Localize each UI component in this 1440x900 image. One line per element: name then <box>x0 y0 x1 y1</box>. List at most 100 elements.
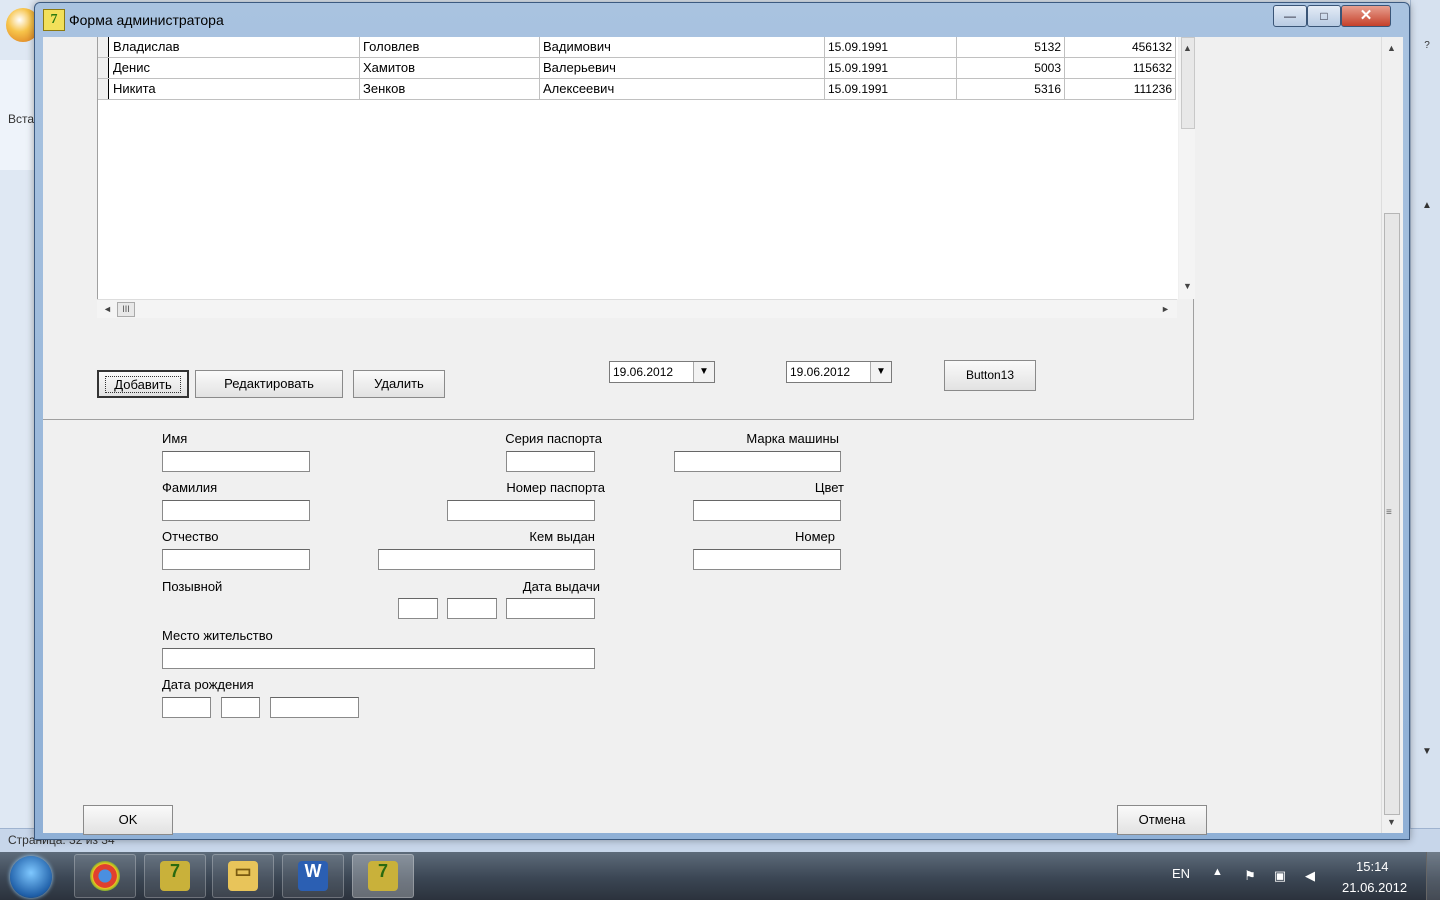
start-button[interactable] <box>10 856 52 898</box>
table-row[interactable]: Никита Зенков Алексеевич 15.09.1991 5316 1112… <box>98 79 1176 100</box>
table-cell-last[interactable]: Зенков <box>360 79 540 99</box>
clock-time[interactable]: 15:14 <box>1356 859 1389 874</box>
form-vertical-scrollbar[interactable]: ▲ ≡ ▼ <box>1381 37 1400 833</box>
taskbar-item-delphi-active[interactable]: 7 <box>352 854 414 898</box>
dropdown-arrow-icon[interactable]: ▼ <box>870 362 891 382</box>
passport-series-input[interactable] <box>506 451 595 472</box>
table-cell-n1[interactable]: 5003 <box>957 58 1065 78</box>
action-center-flag-icon[interactable]: ⚑ <box>1242 868 1258 884</box>
date-picker-to[interactable]: 19.06.2012 ▼ <box>786 361 892 383</box>
grid-hscroll-thumb[interactable]: III <box>117 302 135 317</box>
table-cell-n2[interactable]: 456132 <box>1065 37 1176 57</box>
button13[interactable]: Button13 <box>944 360 1036 391</box>
grid-vertical-scrollbar[interactable]: ▲ ▼ <box>1179 37 1195 299</box>
car-brand-label: Марка машины <box>746 431 839 446</box>
taskbar-item-delphi[interactable]: 7 <box>144 854 206 898</box>
residence-input[interactable] <box>162 648 595 669</box>
word-right-scrollbar: ? ▲ ▼ + <box>1410 0 1440 852</box>
table-cell-last[interactable]: Хамитов <box>360 58 540 78</box>
patronymic-input[interactable] <box>162 549 310 570</box>
table-cell-first[interactable]: Никита <box>110 79 360 99</box>
minimize-button[interactable]: — <box>1273 5 1307 27</box>
show-desktop-button[interactable] <box>1426 852 1440 900</box>
table-cell-n1[interactable]: 5132 <box>957 37 1065 57</box>
patronymic-label: Отчество <box>162 529 219 544</box>
taskbar-item-chrome[interactable] <box>74 854 136 898</box>
language-indicator[interactable]: EN <box>1172 866 1190 881</box>
name-label: Имя <box>162 431 188 446</box>
volume-icon[interactable]: ◀ <box>1302 868 1318 884</box>
table-cell-first[interactable]: Денис <box>110 58 360 78</box>
app-icon: 7 <box>43 9 65 31</box>
chrome-icon <box>90 861 120 891</box>
admin-form-window: 7 Форма администратора — □ ✕ Владислав Го… <box>34 2 1410 840</box>
delphi-icon: 7 <box>368 861 398 891</box>
dropdown-arrow-icon[interactable]: ▼ <box>693 362 714 382</box>
form-scroll-up-icon[interactable]: ▲ <box>1387 43 1396 53</box>
issue-year-input[interactable] <box>506 598 595 619</box>
grid-panel: Владислав Головлев Вадимович 15.09.1991 5132… <box>43 37 1195 420</box>
grid-scroll-down-icon[interactable]: ▼ <box>1183 281 1192 291</box>
close-button[interactable]: ✕ <box>1341 5 1391 27</box>
table-cell-n2[interactable]: 115632 <box>1065 58 1176 78</box>
table-cell-first[interactable]: Владислав <box>110 37 360 57</box>
table-cell-n1[interactable]: 5316 <box>957 79 1065 99</box>
taskbar-item-word[interactable]: W <box>282 854 344 898</box>
tray-expand-icon[interactable]: ▲ <box>1212 866 1223 878</box>
plate-label: Номер <box>794 529 835 544</box>
form-scroll-down-icon[interactable]: ▼ <box>1387 817 1396 827</box>
name-input[interactable] <box>162 451 310 472</box>
network-icon[interactable]: ▣ <box>1272 868 1288 884</box>
grid-scroll-right-icon[interactable]: ► <box>1161 304 1170 314</box>
table-cell-last[interactable]: Головлев <box>360 37 540 57</box>
birth-year-input[interactable] <box>270 697 359 718</box>
taskbar-item-explorer[interactable]: ▭ <box>212 854 274 898</box>
issue-day-input[interactable] <box>398 598 438 619</box>
add-button-label: Добавить <box>105 376 181 393</box>
issued-by-label: Кем выдан <box>529 529 595 544</box>
form-client-area: Владислав Головлев Вадимович 15.09.1991 5132… <box>43 37 1403 835</box>
word-icon: W <box>298 861 328 891</box>
table-cell-date[interactable]: 15.09.1991 <box>825 58 957 78</box>
table-cell-patronymic[interactable]: Вадимович <box>540 37 825 57</box>
scroll-down-icon: ▼ <box>1422 746 1432 757</box>
surname-input[interactable] <box>162 500 310 521</box>
cancel-button[interactable]: Отмена <box>1117 805 1207 835</box>
color-label: Цвет <box>814 480 844 495</box>
birth-month-input[interactable] <box>221 697 260 718</box>
edit-button[interactable]: Редактировать <box>195 370 343 398</box>
table-cell-patronymic[interactable]: Валерьевич <box>540 58 825 78</box>
table-cell-date[interactable]: 15.09.1991 <box>825 79 957 99</box>
add-button[interactable]: Добавить <box>97 370 189 398</box>
title-bar[interactable]: 7 Форма администратора — □ ✕ <box>35 3 1409 37</box>
data-grid[interactable]: Владислав Головлев Вадимович 15.09.1991 5132… <box>97 37 1178 299</box>
clock-date[interactable]: 21.06.2012 <box>1342 880 1407 895</box>
car-brand-input[interactable] <box>674 451 841 472</box>
grid-scroll-left-icon[interactable]: ◄ <box>103 304 112 314</box>
table-row[interactable]: Владислав Головлев Вадимович 15.09.1991 5132… <box>98 37 1176 58</box>
date-to-value: 19.06.2012 <box>790 365 851 379</box>
issue-month-input[interactable] <box>447 598 497 619</box>
maximize-button[interactable]: □ <box>1307 5 1341 27</box>
delete-button[interactable]: Удалить <box>353 370 445 398</box>
color-input[interactable] <box>693 500 841 521</box>
issue-date-label: Дата выдачи <box>522 579 600 594</box>
row-indicator[interactable] <box>98 79 109 99</box>
plate-input[interactable] <box>693 549 841 570</box>
table-cell-date[interactable]: 15.09.1991 <box>825 37 957 57</box>
table-cell-n2[interactable]: 111236 <box>1065 79 1176 99</box>
date-picker-from[interactable]: 19.06.2012 ▼ <box>609 361 715 383</box>
passport-number-input[interactable] <box>447 500 595 521</box>
grid-scroll-up-icon[interactable]: ▲ <box>1183 43 1192 53</box>
grid-horizontal-scrollbar[interactable]: ◄ III ► <box>97 299 1177 318</box>
scroll-grip-icon: ≡ <box>1386 507 1392 518</box>
row-indicator[interactable] <box>98 37 109 57</box>
issued-by-input[interactable] <box>378 549 595 570</box>
passport-number-label: Номер паспорта <box>506 480 605 495</box>
table-row[interactable]: Денис Хамитов Валерьевич 15.09.1991 5003 1156… <box>98 58 1176 79</box>
table-cell-patronymic[interactable]: Алексеевич <box>540 79 825 99</box>
row-indicator[interactable] <box>98 58 109 78</box>
birth-day-input[interactable] <box>162 697 211 718</box>
ok-button[interactable]: OK <box>83 805 173 835</box>
ribbon-paste-group: Вста <box>0 60 37 170</box>
